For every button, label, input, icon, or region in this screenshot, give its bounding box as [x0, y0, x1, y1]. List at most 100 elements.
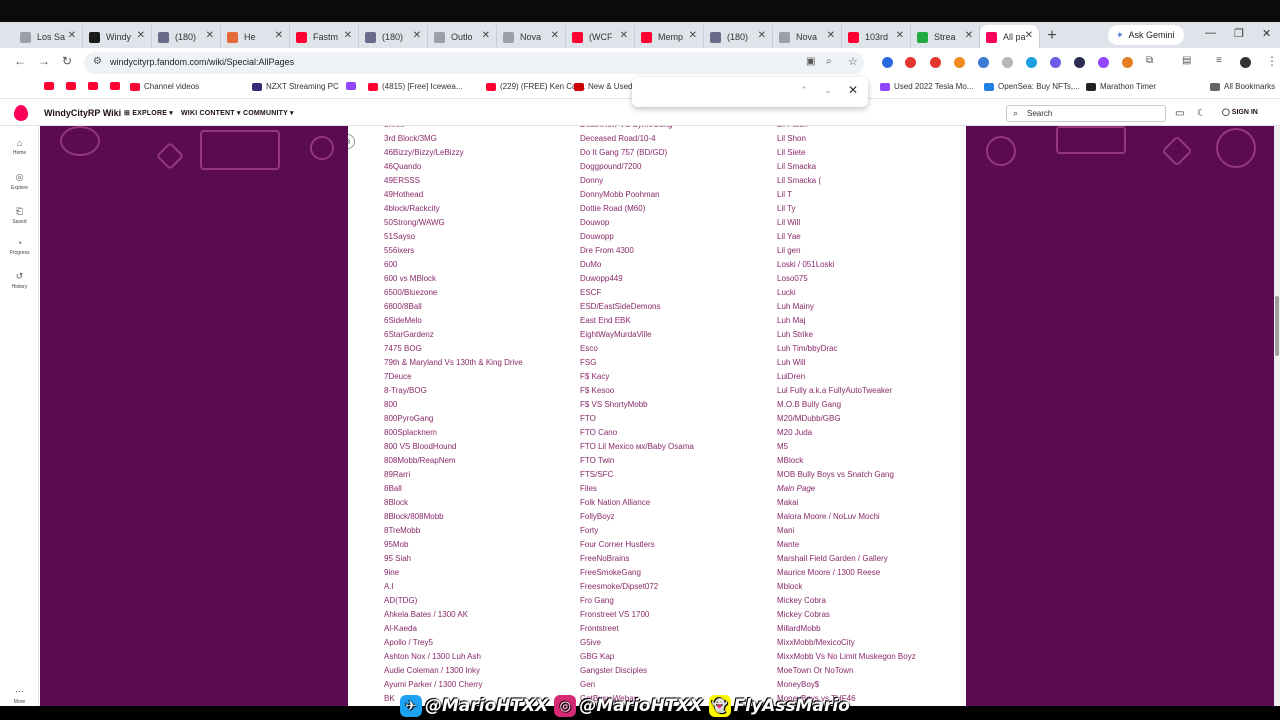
- bookmark-item[interactable]: [44, 82, 58, 90]
- page-link[interactable]: Luh Will: [777, 356, 916, 370]
- browser-tab[interactable]: (180) ✕: [359, 25, 428, 49]
- bookmark-item[interactable]: OpenSea: Buy NFTs,...: [984, 82, 1080, 91]
- browser-tab[interactable]: Nova ✕: [497, 25, 566, 49]
- back-icon[interactable]: ←: [14, 54, 26, 68]
- bookmark-item[interactable]: All Bookmarks: [1210, 82, 1275, 91]
- tab-close-icon[interactable]: ✕: [689, 30, 697, 41]
- extension-icon[interactable]: [905, 57, 916, 68]
- page-link[interactable]: FollyBoyz: [580, 510, 694, 524]
- browser-tab[interactable]: He ✕: [221, 25, 290, 49]
- puzzle-icon[interactable]: ⧉: [1146, 55, 1153, 66]
- sidebar-icon[interactable]: ▤: [1182, 55, 1191, 66]
- page-link[interactable]: 46Bizzy/Bizzy/LeBizzy: [384, 146, 523, 160]
- minimize-icon[interactable]: —: [1205, 27, 1216, 39]
- page-link[interactable]: GBG Kap: [580, 650, 694, 664]
- page-link[interactable]: Doggpound/7200: [580, 160, 694, 174]
- page-link[interactable]: Duwopp449: [580, 272, 694, 286]
- page-link[interactable]: F$ Kesoo: [580, 384, 694, 398]
- page-link[interactable]: 49ERSSS: [384, 174, 523, 188]
- url-text[interactable]: windycityrp.fandom.com/wiki/Special:AllP…: [110, 57, 294, 67]
- extension-icon[interactable]: [954, 57, 965, 68]
- page-link[interactable]: 89Rarri: [384, 468, 523, 482]
- theme-toggle-icon[interactable]: ☾: [1197, 108, 1206, 119]
- bookmark-item[interactable]: [66, 82, 80, 90]
- browser-tab[interactable]: (180) ✕: [704, 25, 773, 49]
- page-link[interactable]: 4block/Rackcity: [384, 202, 523, 216]
- page-link[interactable]: F$ VS ShortyMobb: [580, 398, 694, 412]
- browser-tab[interactable]: (WCF ✕: [566, 25, 635, 49]
- bookmark-item[interactable]: Channel videos: [130, 82, 199, 91]
- page-scrollbar[interactable]: [1274, 126, 1280, 706]
- restore-icon[interactable]: ❐: [1234, 27, 1244, 40]
- extension-icon[interactable]: [930, 57, 941, 68]
- page-link[interactable]: 46Quando: [384, 160, 523, 174]
- page-link[interactable]: M20/MDubb/GBG: [777, 412, 916, 426]
- rail-saved[interactable]: ⎗ Saved: [0, 206, 39, 225]
- tab-close-icon[interactable]: ✕: [896, 30, 904, 41]
- page-link[interactable]: Ashton Nox / 1300 Luh Ash: [384, 650, 523, 664]
- address-bar[interactable]: ⚙ windycityrp.fandom.com/wiki/Special:Al…: [84, 52, 864, 74]
- bookmark-item[interactable]: (4815) [Free] Icewea...: [368, 82, 462, 91]
- extension-icon[interactable]: [1074, 57, 1085, 68]
- browser-tab[interactable]: Outlo ✕: [428, 25, 497, 49]
- fandom-logo-icon[interactable]: [14, 105, 28, 121]
- page-link[interactable]: MoeTown Or NoTown: [777, 664, 916, 678]
- nav-community[interactable]: COMMUNITY ▾: [243, 109, 294, 117]
- tab-close-icon[interactable]: ✕: [551, 30, 559, 41]
- page-link[interactable]: 800PyroGang: [384, 412, 523, 426]
- page-link[interactable]: F$ Kacy: [580, 370, 694, 384]
- page-link[interactable]: Deceased Road/10-4: [580, 132, 694, 146]
- page-link[interactable]: Do It Gang 757 (BD/GD): [580, 146, 694, 160]
- page-link[interactable]: MixxMobb/MexicoCity: [777, 636, 916, 650]
- extension-icon[interactable]: [1026, 57, 1037, 68]
- bookmark-star-icon[interactable]: ☆: [848, 55, 858, 68]
- page-link[interactable]: Lil gen: [777, 244, 916, 258]
- page-link[interactable]: Lil Yae: [777, 230, 916, 244]
- page-link[interactable]: Luh Maj: [777, 314, 916, 328]
- page-link[interactable]: DuMo: [580, 258, 694, 272]
- page-link[interactable]: 79th & Maryland Vs 130th & King Drive: [384, 356, 523, 370]
- tab-close-icon[interactable]: ✕: [1025, 30, 1033, 41]
- page-link[interactable]: Lil T: [777, 188, 916, 202]
- extension-icon[interactable]: [1122, 57, 1133, 68]
- page-link[interactable]: 8-Tray/BOG: [384, 384, 523, 398]
- page-link[interactable]: Ahkela Bates / 1300 AK: [384, 608, 523, 622]
- page-link[interactable]: Lil Siete: [777, 146, 916, 160]
- page-link[interactable]: Frontstreet: [580, 622, 694, 636]
- page-link[interactable]: Fronstreet VS 1700: [580, 608, 694, 622]
- page-link[interactable]: Apollo / Trey5: [384, 636, 523, 650]
- page-link[interactable]: Mani: [777, 524, 916, 538]
- bookmark-item[interactable]: Used 2022 Tesla Mo...: [880, 82, 973, 91]
- page-link[interactable]: Mickey Cobras: [777, 608, 916, 622]
- rail-progress[interactable]: ◔ Progress: [0, 238, 39, 256]
- extension-icon[interactable]: [978, 57, 989, 68]
- find-next-icon[interactable]: ⌄: [824, 85, 832, 96]
- tab-close-icon[interactable]: ✕: [413, 30, 421, 41]
- page-link[interactable]: Makai: [777, 496, 916, 510]
- page-link[interactable]: Douwop: [580, 216, 694, 230]
- page-link[interactable]: 50Strong/WAWG: [384, 216, 523, 230]
- page-link[interactable]: Luh Tim/bbyDrac: [777, 342, 916, 356]
- page-link[interactable]: MBlock: [777, 454, 916, 468]
- extension-icon[interactable]: [1002, 57, 1013, 68]
- wiki-search-input[interactable]: ⌕ Search: [1006, 105, 1166, 122]
- find-close-icon[interactable]: ✕: [848, 83, 858, 97]
- nav-explore[interactable]: ⊞ EXPLORE ▾: [124, 109, 173, 117]
- page-link[interactable]: East End EBK: [580, 314, 694, 328]
- page-link[interactable]: 808Mobb/ReapNem: [384, 454, 523, 468]
- page-link[interactable]: 8Ball: [384, 482, 523, 496]
- tab-close-icon[interactable]: ✕: [482, 30, 490, 41]
- page-link[interactable]: 7Deuce: [384, 370, 523, 384]
- tab-close-icon[interactable]: ✕: [827, 30, 835, 41]
- kebab-menu-icon[interactable]: ⋮: [1266, 54, 1278, 68]
- rail-explore[interactable]: ◎ Explore: [0, 172, 39, 191]
- page-link[interactable]: M20 Juda: [777, 426, 916, 440]
- page-link[interactable]: ESCF: [580, 286, 694, 300]
- page-link[interactable]: 6SideMelo: [384, 314, 523, 328]
- page-link[interactable]: Luh Mainy: [777, 300, 916, 314]
- new-tab-button[interactable]: +: [1040, 25, 1064, 49]
- avatar[interactable]: [1240, 57, 1251, 68]
- page-link[interactable]: 8Block/808Mobb: [384, 510, 523, 524]
- page-link[interactable]: AD(TDG): [384, 594, 523, 608]
- zoom-icon[interactable]: ⌕: [826, 56, 832, 67]
